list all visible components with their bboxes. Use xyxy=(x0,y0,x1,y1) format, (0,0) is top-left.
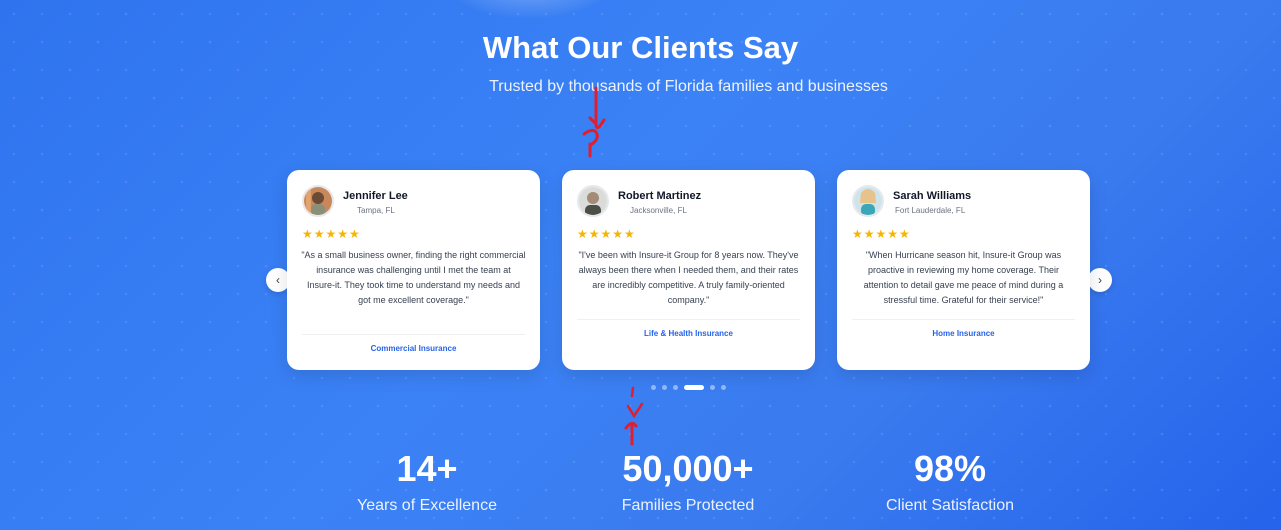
page-dot[interactable] xyxy=(662,385,667,390)
testimonial-quote: "I've been with Insure-it Group for 8 ye… xyxy=(578,250,799,305)
divider xyxy=(577,319,800,320)
testimonial-name: Robert Martinez xyxy=(618,190,702,202)
avatar xyxy=(302,185,334,217)
testimonial-name: Jennifer Lee xyxy=(343,190,408,202)
rating-stars: ★★★★★ xyxy=(852,227,911,241)
testimonial-location: Fort Lauderdale, FL xyxy=(895,206,966,215)
testimonial-header xyxy=(302,185,334,217)
insurance-type-tag: Life & Health Insurance xyxy=(644,329,733,338)
avatar xyxy=(852,185,884,217)
carousel-pagination xyxy=(651,385,732,390)
testimonial-name: Sarah Williams xyxy=(893,190,972,202)
carousel-next-button[interactable]: › xyxy=(1088,268,1112,292)
stat-label: Families Protected xyxy=(621,497,755,514)
page-dot-active[interactable] xyxy=(684,385,704,390)
page-dot[interactable] xyxy=(710,385,715,390)
stat-label: Client Satisfaction xyxy=(885,497,1015,514)
divider xyxy=(852,319,1075,320)
divider xyxy=(302,334,525,335)
testimonial-header xyxy=(852,185,884,217)
rating-stars: ★★★★★ xyxy=(577,227,636,241)
chevron-left-icon: ‹ xyxy=(276,273,280,287)
avatar xyxy=(577,185,609,217)
stat-value: 14+ xyxy=(396,448,458,489)
testimonial-location: Jacksonville, FL xyxy=(630,206,687,215)
rating-stars: ★★★★★ xyxy=(302,227,361,241)
page-dot[interactable] xyxy=(721,385,726,390)
testimonial-card: Sarah Williams Fort Lauderdale, FL ★★★★★… xyxy=(837,170,1090,370)
top-glow xyxy=(440,0,620,20)
chevron-right-icon: › xyxy=(1098,273,1102,287)
page-dot[interactable] xyxy=(651,385,656,390)
stat-value: 50,000+ xyxy=(622,448,754,489)
testimonial-header xyxy=(577,185,609,217)
stat-value: 98% xyxy=(913,448,987,489)
testimonial-quote: "When Hurricane season hit, Insure-it Gr… xyxy=(863,250,1064,305)
annotation-arrow-icon xyxy=(624,386,644,446)
insurance-type-tag: Commercial Insurance xyxy=(370,344,457,353)
insurance-type-tag: Home Insurance xyxy=(932,329,995,338)
page-dot[interactable] xyxy=(673,385,678,390)
testimonial-quote: "As a small business owner, finding the … xyxy=(301,250,526,305)
section-subtitle: Trusted by thousands of Florida families… xyxy=(489,78,888,95)
testimonial-location: Tampa, FL xyxy=(357,206,395,215)
testimonial-card: Jennifer Lee Tampa, FL ★★★★★ "As a small… xyxy=(287,170,540,370)
section-title: What Our Clients Say xyxy=(482,30,799,65)
stat-label: Years of Excellence xyxy=(357,497,497,514)
testimonial-card: Robert Martinez Jacksonville, FL ★★★★★ "… xyxy=(562,170,815,370)
